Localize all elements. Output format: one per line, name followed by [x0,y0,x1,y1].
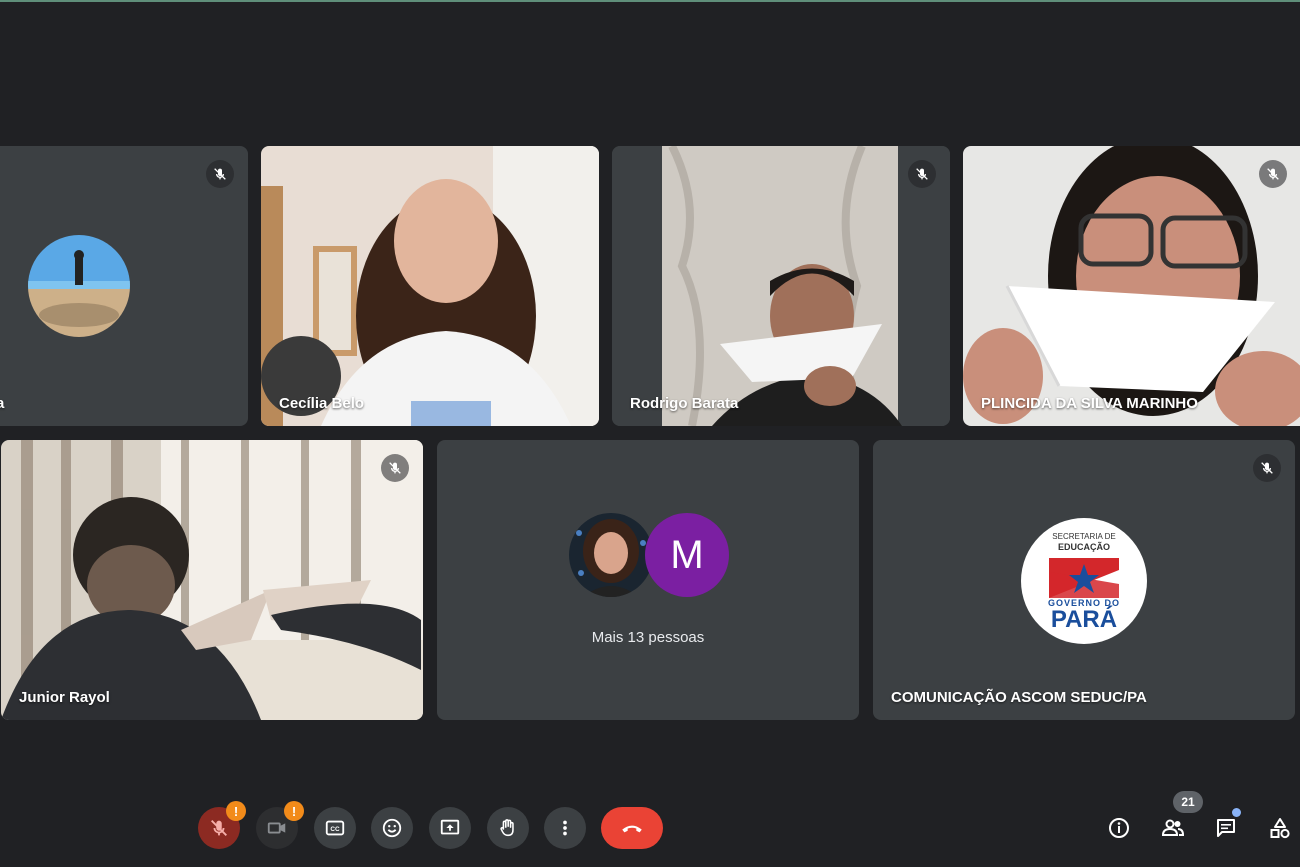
muted-indicator [1253,454,1281,482]
participant-name: Cecília Belo [279,395,365,412]
mic-toggle-button[interactable]: ! [198,801,246,849]
meeting-details-button[interactable] [1105,814,1133,842]
participant-video [612,146,950,426]
participant-avatar-beach [28,235,130,337]
chat-icon [1217,819,1235,837]
top-border [0,0,1300,2]
captions-button[interactable]: CC [314,807,356,849]
mic-off-icon [1267,168,1279,180]
participant-name: Junior Rayol [19,689,110,706]
leave-call-button[interactable] [601,807,663,849]
reactions-button[interactable] [371,807,413,849]
muted-indicator [381,454,409,482]
activities-icon [1270,818,1290,839]
muted-indicator [206,160,234,188]
participant-tile-junior[interactable]: Junior Rayol [1,440,423,720]
mic-off-icon [211,820,227,836]
participant-tile-rodrigo[interactable]: Rodrigo Barata [612,146,950,426]
raise-hand-button[interactable] [487,807,529,849]
participant-name: PLINCIDA DA SILVA MARINHO [981,395,1198,412]
present-icon [440,819,460,835]
captions-icon: CC [325,820,345,836]
camera-icon [267,822,286,834]
chat-unread-dot [1232,808,1241,817]
participant-tile-cecilia[interactable]: Cecília Belo [261,146,599,426]
seduc-logo: SECRETARIA DE EDUCAÇÃO GOVERNO DO PARÁ [1021,518,1147,644]
participant-tile-plincida[interactable]: PLINCIDA DA SILVA MARINHO [963,146,1300,426]
more-people-label: Mais 13 pessoas [591,629,705,646]
raise-hand-icon [500,819,514,837]
muted-indicator [1259,160,1287,188]
hangup-icon [622,825,642,833]
more-options-button[interactable] [544,807,586,849]
activities-button[interactable] [1266,814,1294,842]
meet-call-stage: a Cecília Belo Rodrigo Barata PLINCIDA D… [0,0,1300,867]
participant-name: a [0,395,5,412]
camera-toggle-button[interactable]: ! [256,801,304,849]
others-tile[interactable]: M Mais 13 pessoas [437,440,859,720]
para-flag-icon [1049,558,1119,598]
more-vert-icon [563,820,567,836]
mic-off-icon [916,168,928,180]
svg-text:CC: CC [330,826,340,833]
participant-name: COMUNICAÇÃO ASCOM SEDUC/PA [891,689,1147,706]
mic-off-icon [1261,462,1273,474]
people-icon [1161,819,1185,836]
camera-warning-badge: ! [284,801,304,821]
mic-warning-badge: ! [226,801,246,821]
participant-name: Rodrigo Barata [630,395,739,412]
mic-off-icon [214,168,226,180]
participant-video [261,146,599,426]
mic-off-icon [389,462,401,474]
participant-avatar-letter: M [645,513,729,597]
present-button[interactable] [429,807,471,849]
participant-video [1,440,423,720]
participant-tile-1[interactable]: a [0,146,248,426]
participant-video [963,146,1300,426]
participant-tile-seduc[interactable]: SECRETARIA DE EDUCAÇÃO GOVERNO DO PARÁ C… [873,440,1295,720]
emoji-icon [382,818,402,838]
people-button[interactable] [1159,814,1187,842]
info-icon [1109,818,1129,838]
participant-avatar-photo [569,513,653,597]
chat-button[interactable] [1212,814,1240,842]
muted-indicator [908,160,936,188]
participant-count-badge: 21 [1173,791,1203,813]
